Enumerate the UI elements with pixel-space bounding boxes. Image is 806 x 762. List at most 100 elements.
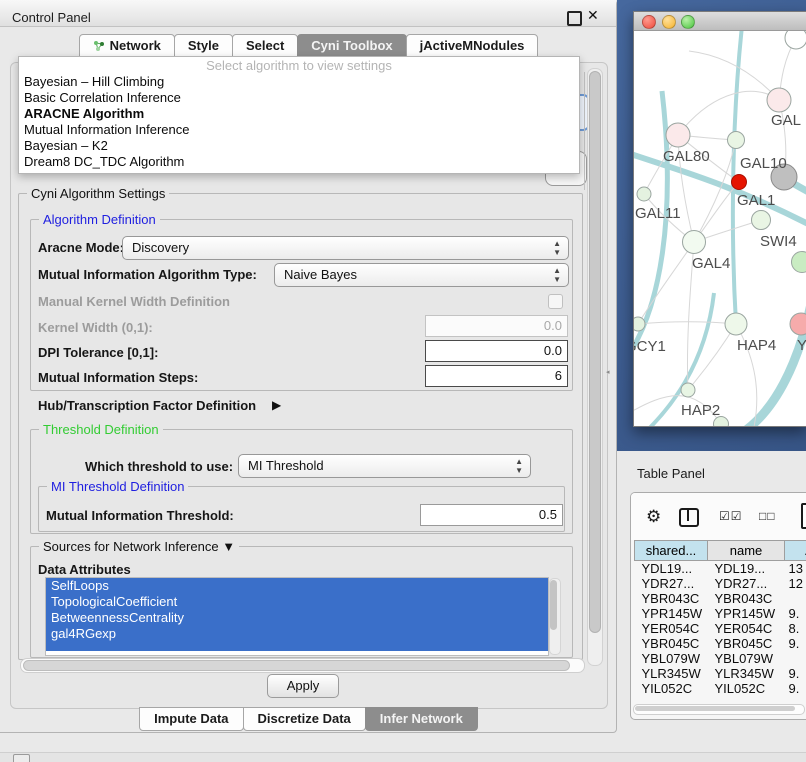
mi-threshold-input[interactable]: 0.5	[420, 504, 563, 526]
algorithm-dropdown-popup[interactable]: Select algorithm to view settings Bayesi…	[18, 56, 580, 174]
settings-horizontal-scrollbar[interactable]	[20, 658, 585, 673]
list-item[interactable]: SelfLoops	[46, 578, 548, 594]
gear-icon[interactable]: ⚙	[646, 507, 661, 527]
which-threshold-label: Which threshold to use:	[85, 459, 233, 474]
table-hscrollbar-thumb[interactable]	[635, 706, 795, 711]
node-hap4[interactable]	[725, 313, 747, 335]
node-table[interactable]: shared...nameA YDL19...YDL19...13YDR27..…	[634, 540, 806, 696]
tab-cyni-toolbox[interactable]: Cyni Toolbox	[297, 34, 406, 58]
hub-definition-label: Hub/Transcription Factor Definition	[38, 398, 256, 413]
cyni-algorithm-settings-legend: Cyni Algorithm Settings	[27, 186, 169, 201]
dpi-tolerance-input[interactable]: 0.0	[425, 340, 568, 362]
dropdown-item[interactable]: Dream8 DC_TDC Algorithm	[19, 154, 579, 170]
window-minimize-icon[interactable]	[662, 15, 676, 29]
node-label: GAL1	[737, 192, 775, 209]
node-swi4[interactable]	[792, 252, 806, 273]
close-icon[interactable]: ✕	[587, 9, 599, 21]
node-gal80[interactable]	[666, 123, 690, 147]
table-row[interactable]: YDR27...YDR27...12	[635, 576, 806, 591]
node-label: GCY1	[634, 338, 666, 355]
settings-hscrollbar-thumb[interactable]	[23, 660, 570, 671]
table-row[interactable]: YBL079WYBL079W	[635, 651, 806, 666]
node-label: SWI4	[760, 233, 797, 250]
tab-select[interactable]: Select	[232, 34, 298, 58]
manual-kernel-width-checkbox[interactable]	[548, 294, 563, 309]
node-gal10[interactable]	[728, 132, 745, 149]
dropdown-item[interactable]: Mutual Information Inference	[19, 122, 579, 138]
minimized-panel-icon[interactable]	[13, 754, 30, 762]
which-threshold-combobox[interactable]: MI Threshold ▲▼	[238, 454, 531, 478]
network-edge[interactable]	[678, 91, 779, 135]
aracne-mode-combobox[interactable]: Discovery ▲▼	[122, 236, 569, 260]
node-gcy1[interactable]	[634, 317, 645, 331]
kernel-width-input[interactable]: 0.0	[425, 315, 568, 337]
list-item[interactable]: gal4RGexp	[46, 626, 548, 642]
table-toolbar: ⚙ ☑☑ □□	[631, 493, 806, 540]
column-header[interactable]: A	[785, 541, 806, 561]
bottom-tab-impute-data[interactable]: Impute Data	[139, 707, 243, 731]
settings-vertical-scrollbar[interactable]	[587, 68, 603, 666]
deselect-all-checkboxes-icon[interactable]: □□	[759, 509, 776, 523]
table-panel-title: Table Panel	[637, 466, 705, 481]
table-row[interactable]: YPR145WYPR145W9.	[635, 606, 806, 621]
columns-icon[interactable]	[679, 508, 699, 527]
data-attributes-list[interactable]: SelfLoopsTopologicalCoefficientBetweenne…	[45, 577, 549, 656]
control-panel-titlebar	[0, 0, 616, 27]
select-all-checkboxes-icon[interactable]: ☑☑	[719, 509, 743, 523]
node-label: GAL4	[692, 255, 730, 272]
list-item-partial[interactable]	[46, 642, 548, 651]
mi-threshold-label: Mutual Information Threshold:	[46, 508, 234, 523]
table-row[interactable]: YIL052CYIL052C9.	[635, 681, 806, 696]
mi-algorithm-type-combobox[interactable]: Naive Bayes ▲▼	[274, 263, 569, 287]
column-header[interactable]: shared...	[635, 541, 708, 561]
window-close-icon[interactable]	[642, 15, 656, 29]
column-header[interactable]: name	[708, 541, 785, 561]
tab-style[interactable]: Style	[174, 34, 233, 58]
dropdown-item[interactable]: Basic Correlation Inference	[19, 90, 579, 106]
node-pink-right[interactable]	[790, 313, 806, 335]
bottom-tab-discretize-data[interactable]: Discretize Data	[243, 707, 366, 731]
export-table-icon[interactable]	[801, 503, 806, 529]
table-row[interactable]: YBR045CYBR045C9.	[635, 636, 806, 651]
node-hap2[interactable]	[681, 383, 695, 397]
tab-jactivemnodules[interactable]: jActiveMNodules	[406, 34, 539, 58]
node-label: GAL11	[635, 205, 681, 222]
dropdown-item[interactable]: Bayesian – K2	[19, 138, 579, 154]
table-row[interactable]: YDL19...YDL19...13	[635, 561, 806, 577]
splitter-collapse-icon[interactable]: ◂	[606, 369, 611, 376]
dropdown-item[interactable]: ARACNE Algorithm	[19, 106, 579, 122]
dropdown-item[interactable]: Bayesian – Hill Climbing	[19, 74, 579, 90]
node-gal-pink[interactable]	[767, 88, 791, 112]
window-zoom-icon[interactable]	[681, 15, 695, 29]
bottom-strip	[0, 753, 806, 762]
node-red[interactable]	[732, 175, 747, 190]
network-canvas[interactable]: GALGAL80GAL10GAL1GAL11SWI4GAL4GCY1HAP4YH…	[634, 31, 806, 426]
bottom-tab-infer-network[interactable]: Infer Network	[365, 707, 478, 731]
node-gal1[interactable]	[752, 211, 771, 230]
float-window-icon[interactable]	[567, 11, 582, 26]
node-gal4[interactable]	[683, 231, 706, 254]
settings-scrollbar-thumb[interactable]	[589, 71, 601, 633]
table-horizontal-scrollbar[interactable]	[633, 704, 805, 715]
network-edge[interactable]	[638, 242, 694, 324]
mi-steps-input[interactable]: 6	[425, 365, 568, 387]
sources-legend: Sources for Network Inference ▼	[39, 539, 239, 554]
tab-network[interactable]: Network	[79, 34, 175, 58]
table-row[interactable]: YER054CYER054C8.	[635, 621, 806, 636]
node-label: GAL10	[740, 155, 787, 172]
node-unlabeled-top[interactable]	[785, 31, 806, 49]
table-row[interactable]: YLR345WYLR345W9.	[635, 666, 806, 681]
network-edge[interactable]	[638, 322, 736, 324]
attributes-scrollbar-thumb[interactable]	[550, 580, 557, 630]
node-gal11[interactable]	[637, 187, 651, 201]
network-edge[interactable]	[688, 324, 736, 390]
network-view-window[interactable]: GALGAL80GAL10GAL1GAL11SWI4GAL4GCY1HAP4YH…	[633, 11, 806, 427]
apply-button[interactable]: Apply	[267, 674, 339, 698]
network-window-titlebar[interactable]	[634, 12, 806, 31]
manual-kernel-width-label: Manual Kernel Width Definition	[38, 294, 230, 309]
list-item[interactable]: BetweennessCentrality	[46, 610, 548, 626]
list-item[interactable]: TopologicalCoefficient	[46, 594, 548, 610]
node-label: HAP4	[737, 337, 776, 354]
disclosure-arrow-icon[interactable]: ▶	[272, 398, 281, 412]
table-row[interactable]: YBR043CYBR043C	[635, 591, 806, 606]
